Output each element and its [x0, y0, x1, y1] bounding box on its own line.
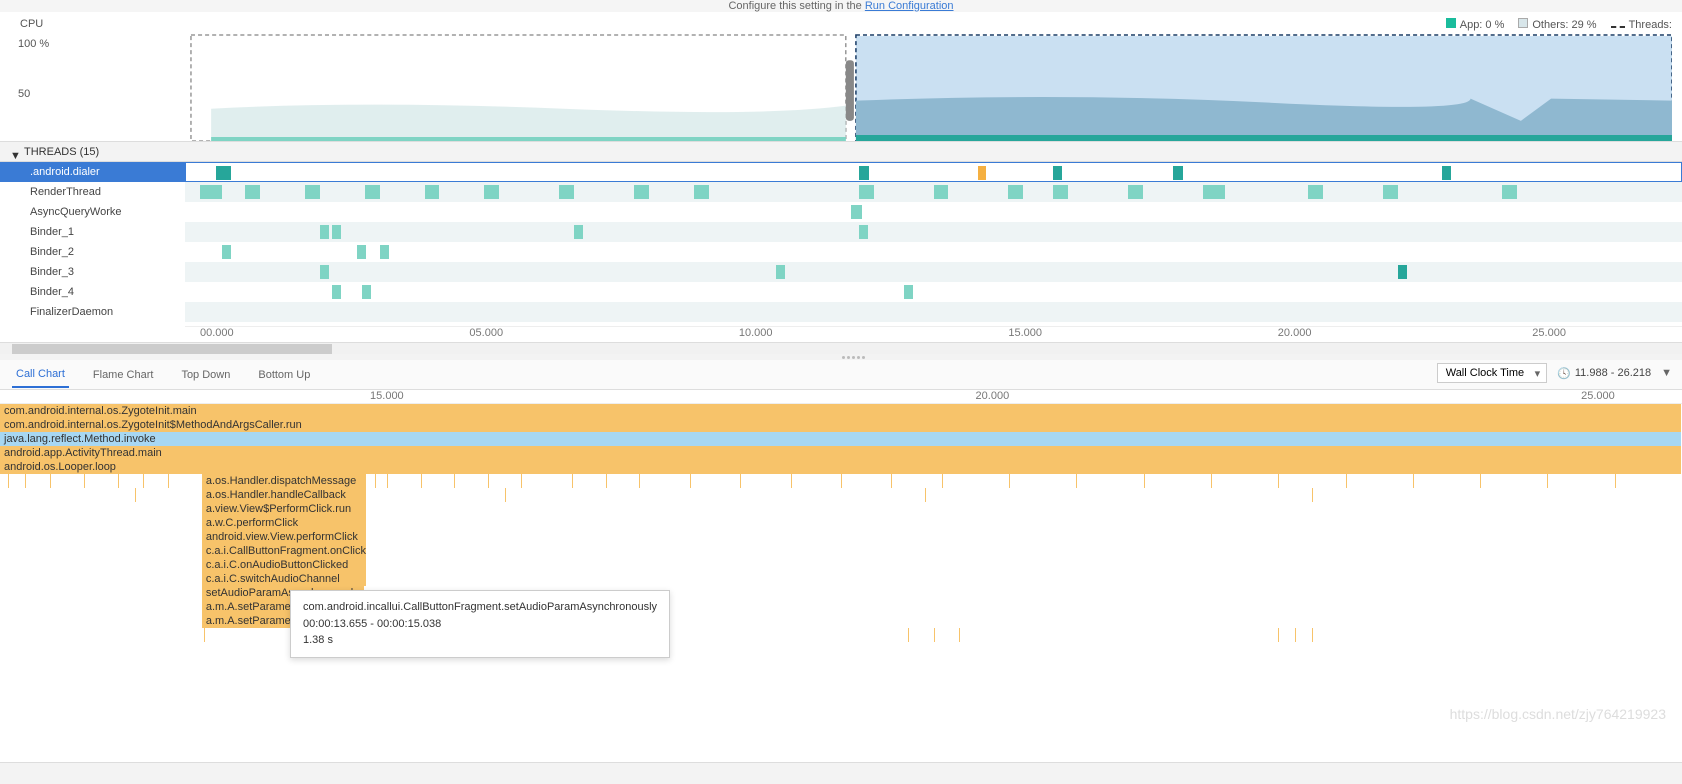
watermark: https://blog.csdn.net/zjy764219923 — [1450, 706, 1666, 722]
tooltip-duration: 1.38 s — [303, 632, 657, 649]
axis-tick: 20.000 — [1278, 327, 1312, 339]
thread-lane[interactable] — [185, 222, 1682, 242]
thread-row[interactable]: Binder_2 — [0, 242, 185, 262]
thread-lane[interactable] — [185, 182, 1682, 202]
stack-frame[interactable]: android.os.Looper.loop — [0, 460, 1682, 474]
cpu-y-50: 50 — [18, 88, 30, 100]
stack-frame[interactable]: android.view.View.performClick — [202, 530, 367, 544]
stack-frame[interactable]: android.app.ActivityThread.main — [0, 446, 1682, 460]
tooltip-method: com.android.incallui.CallButtonFragment.… — [303, 599, 657, 616]
call-chart-ruler: 15.000 20.000 25.000 — [0, 390, 1682, 404]
thread-row[interactable]: RenderThread — [0, 182, 185, 202]
stack-frame[interactable]: a.os.Handler.handleCallback — [202, 488, 367, 502]
ruler-tick: 20.000 — [976, 390, 1010, 402]
thread-row[interactable]: Binder_3 — [0, 262, 185, 282]
cpu-chart[interactable] — [60, 30, 1672, 141]
cpu-timeline-panel[interactable]: CPU 100 % 50 App: 0 % Others: 29 % Threa… — [0, 12, 1682, 142]
ruler-tick: 15.000 — [370, 390, 404, 402]
stack-frame[interactable]: c.a.i.CallButtonFragment.onClick — [202, 544, 367, 558]
cpu-label: CPU — [20, 18, 43, 30]
filter-icon[interactable]: ▼ — [1661, 367, 1672, 379]
ruler-tick: 25.000 — [1581, 390, 1615, 402]
thread-lane[interactable] — [185, 282, 1682, 302]
threads-header[interactable]: ▼ THREADS (15) — [0, 142, 1682, 162]
thread-row[interactable]: AsyncQueryWorke — [0, 202, 185, 222]
time-mode-dropdown[interactable]: Wall Clock Time — [1437, 363, 1547, 383]
axis-tick: 05.000 — [469, 327, 503, 339]
tab-bottom-up[interactable]: Bottom Up — [254, 363, 314, 387]
stack-frame[interactable]: a.w.C.performClick — [202, 516, 367, 530]
thread-lane[interactable] — [185, 262, 1682, 282]
run-config-link[interactable]: Run Configuration — [865, 0, 954, 12]
clock-icon: 🕓 — [1557, 367, 1571, 380]
stack-frame[interactable]: java.lang.reflect.Method.invoke — [0, 432, 1682, 446]
thread-lane[interactable] — [185, 162, 1682, 182]
thread-names-column: .android.dialer RenderThread AsyncQueryW… — [0, 162, 185, 342]
banner-text: Configure this setting in the — [728, 0, 864, 12]
stack-frame[interactable]: c.a.i.C.onAudioButtonClicked — [202, 558, 367, 572]
config-banner: Configure this setting in the Run Config… — [0, 0, 1682, 12]
stack-frame[interactable]: com.android.internal.os.ZygoteInit$Metho… — [0, 418, 1682, 432]
axis-tick: 15.000 — [1008, 327, 1042, 339]
thread-row[interactable]: Binder_1 — [0, 222, 185, 242]
thread-row[interactable]: FinalizerDaemon — [0, 302, 185, 322]
time-range-display: 🕓 11.988 - 26.218 — [1557, 367, 1651, 380]
threads-swatch — [1611, 26, 1625, 28]
thread-lanes[interactable]: 00.000 05.000 10.000 15.000 20.000 25.00… — [185, 162, 1682, 342]
threads-count: THREADS (15) — [24, 146, 99, 158]
thread-lane[interactable] — [185, 242, 1682, 262]
chart-tabs: Call Chart Flame Chart Top Down Bottom U… — [0, 360, 1682, 390]
others-swatch — [1518, 18, 1528, 28]
stack-frame[interactable]: a.os.Handler.dispatchMessage — [202, 474, 367, 488]
resize-grip-icon[interactable] — [841, 350, 871, 355]
stack-frame[interactable]: a.view.View$PerformClick.run — [202, 502, 367, 516]
time-range-value: 11.988 - 26.218 — [1575, 367, 1651, 379]
scrollbar-thumb[interactable] — [12, 344, 332, 354]
cpu-y-100: 100 % — [18, 38, 49, 50]
call-chart-body[interactable]: 15.000 20.000 25.000 com.android.interna… — [0, 390, 1682, 760]
thread-lane[interactable] — [185, 202, 1682, 222]
stack-frame[interactable]: com.android.internal.os.ZygoteInit.main — [0, 404, 1682, 418]
axis-tick: 00.000 — [200, 327, 234, 339]
tab-top-down[interactable]: Top Down — [177, 363, 234, 387]
app-swatch — [1446, 18, 1456, 28]
tooltip-time: 00:00:13.655 - 00:00:15.038 — [303, 616, 657, 633]
stack-tooltip: com.android.incallui.CallButtonFragment.… — [290, 590, 670, 658]
axis-tick: 25.000 — [1532, 327, 1566, 339]
thread-row[interactable]: Binder_4 — [0, 282, 185, 302]
thread-row[interactable]: .android.dialer — [0, 162, 185, 182]
stack-frame[interactable]: c.a.i.C.switchAudioChannel — [202, 572, 367, 586]
status-bar — [0, 762, 1682, 784]
tab-flame-chart[interactable]: Flame Chart — [89, 363, 158, 387]
tab-call-chart[interactable]: Call Chart — [12, 362, 69, 388]
threads-panel: .android.dialer RenderThread AsyncQueryW… — [0, 162, 1682, 342]
legend-threads: Threads: — [1629, 19, 1672, 31]
thread-lane[interactable] — [185, 302, 1682, 322]
axis-tick: 10.000 — [739, 327, 773, 339]
